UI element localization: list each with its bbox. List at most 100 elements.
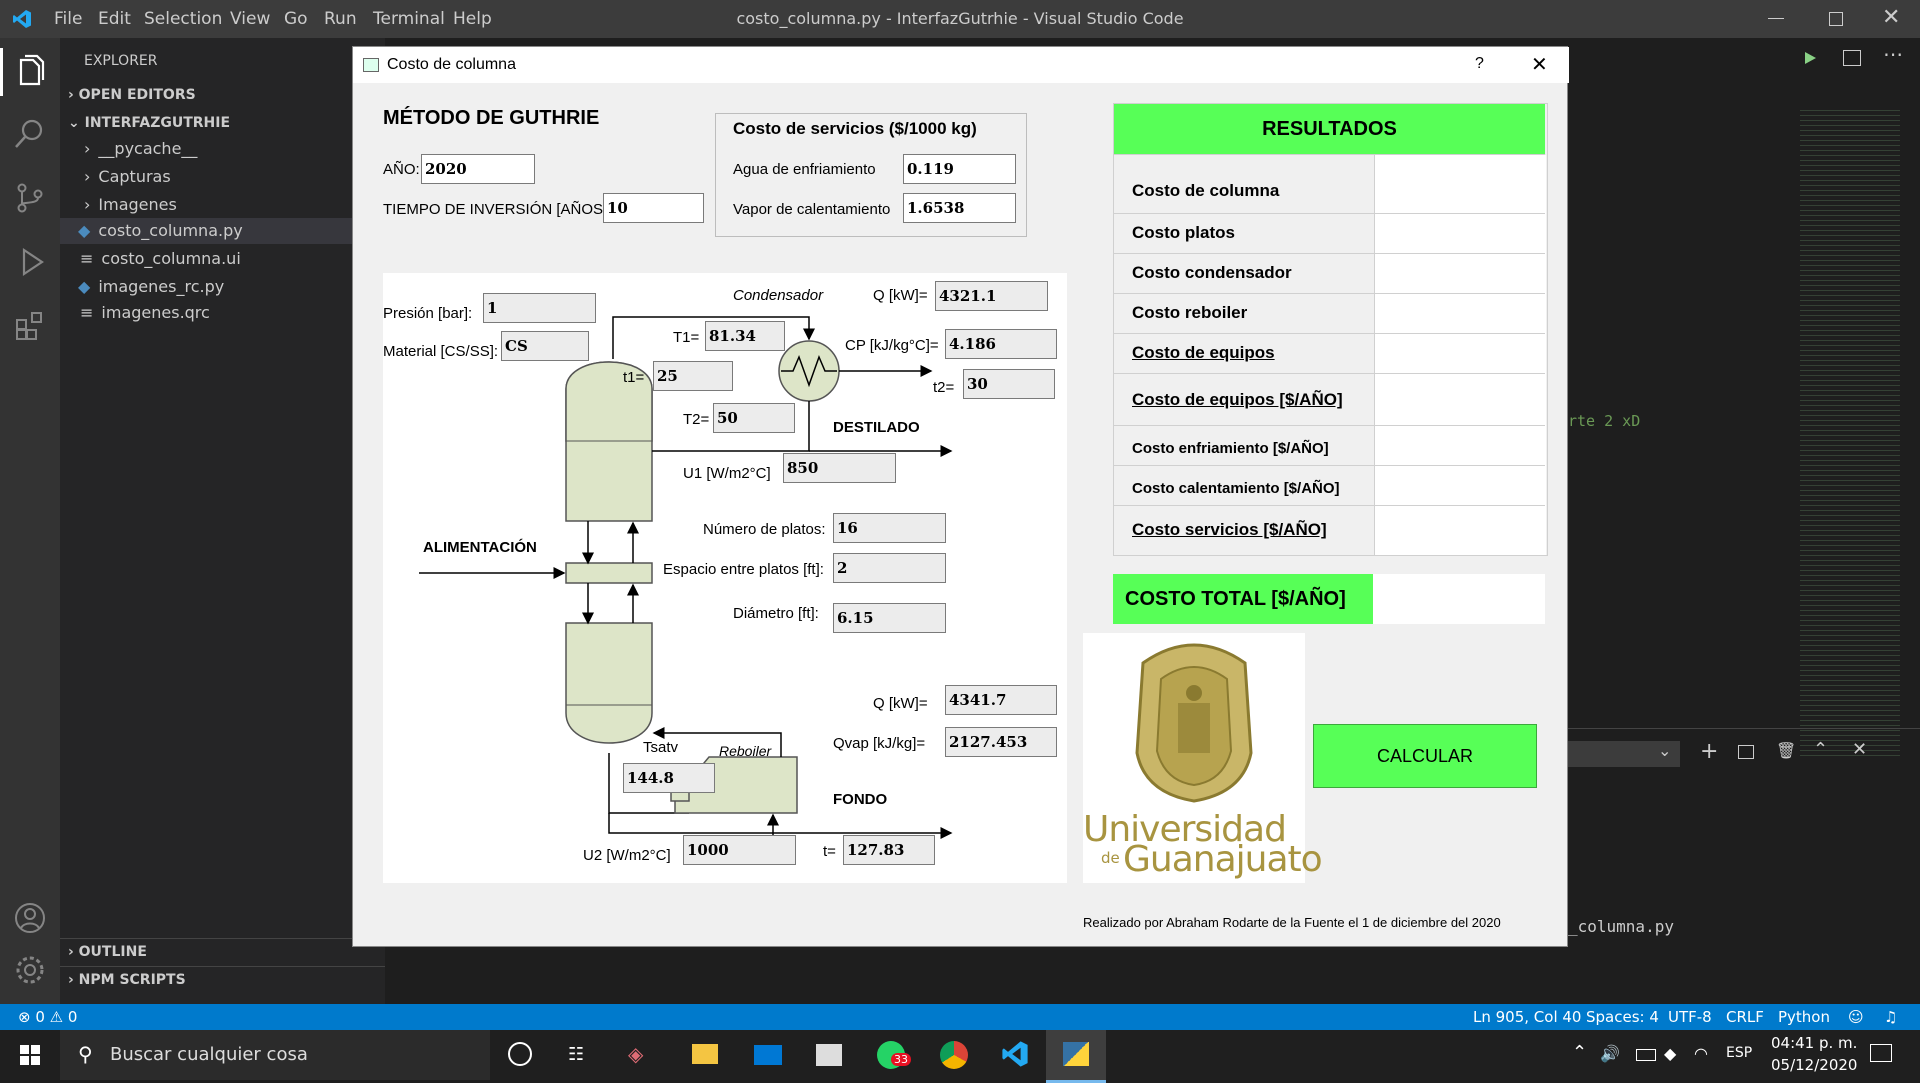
chrome-icon[interactable] [940, 1041, 968, 1069]
open-editors-section[interactable]: › OPEN EDITORS [60, 82, 385, 108]
university-logo: Universidad de Guanajuato [1083, 633, 1323, 883]
indentation[interactable]: Spaces: 4 [1586, 1008, 1659, 1026]
qvap-input[interactable]: 2127.453 [945, 727, 1057, 757]
result-label: Costo de equipos [$/AÑO] [1132, 390, 1343, 409]
window-title: costo_columna.py - InterfazGutrhie - Vis… [736, 9, 1184, 28]
account-icon[interactable] [12, 900, 48, 936]
chevron-right-icon: › [84, 139, 91, 158]
close-window-icon[interactable]: ✕ [1882, 5, 1900, 30]
process-diagram: Presión [bar]: 1 Material [CS/SS]: CS Co… [383, 273, 1067, 883]
chevron-down-icon[interactable]: ⌄ [1658, 741, 1671, 760]
q1-input[interactable]: 4321.1 [935, 281, 1048, 311]
wifi-icon[interactable]: ◠ [1694, 1044, 1708, 1063]
explorer-icon[interactable] [12, 52, 48, 88]
t2-input[interactable]: 50 [713, 403, 795, 433]
feed-tray [565, 562, 653, 584]
add-terminal-icon[interactable]: + [1700, 739, 1718, 764]
npm-scripts-section[interactable]: › NPM SCRIPTS [60, 966, 385, 993]
outline-section[interactable]: › OUTLINE [60, 938, 385, 965]
clock-date[interactable]: 05/12/2020 [1771, 1056, 1857, 1074]
vapor-input[interactable]: 1.6538 [903, 193, 1016, 223]
close-panel-icon[interactable]: ✕ [1852, 739, 1867, 760]
presion-input[interactable]: 1 [483, 293, 596, 323]
costo-columna-dialog: Costo de columna ? ✕ MÉTODO DE GUTHRIE A… [352, 46, 1569, 947]
minimize-icon[interactable] [1768, 18, 1784, 19]
battery-icon[interactable] [1636, 1049, 1656, 1061]
cp-input[interactable]: 4.186 [945, 329, 1057, 359]
scanner-icon[interactable] [816, 1044, 842, 1066]
cursor-position[interactable]: Ln 905, Col 40 [1473, 1008, 1581, 1026]
calcular-button[interactable]: CALCULAR [1313, 724, 1537, 788]
tree-item-label: Capturas [98, 167, 171, 186]
agua-label: Agua de enfriamiento [733, 161, 876, 178]
problems-indicator[interactable]: ⊗ 0 ⚠ 0 [18, 1008, 77, 1026]
chevron-right-icon: › [68, 944, 74, 960]
material-input[interactable]: CS [501, 331, 589, 361]
close-dialog-icon[interactable]: ✕ [1531, 52, 1548, 77]
u2-label: U2 [W/m2°C] [583, 847, 671, 864]
clock-time[interactable]: 04:41 p. m. [1771, 1034, 1857, 1052]
split-editor-icon[interactable] [1843, 50, 1861, 66]
tiempo-label: TIEMPO DE INVERSIÓN [AÑOS]: [383, 201, 612, 218]
tiempo-input[interactable]: 10 [603, 193, 704, 223]
espacio-input[interactable]: 2 [833, 553, 946, 583]
q2-input[interactable]: 4341.7 [945, 685, 1057, 715]
tree-item-costo-columna-ui[interactable]: ≡ costo_columna.ui [60, 246, 385, 272]
help-button[interactable]: ? [1475, 55, 1484, 73]
agua-input[interactable]: 0.119 [903, 154, 1016, 184]
t2-out-input[interactable]: 30 [963, 369, 1055, 399]
taskbar-search[interactable]: ⚲ Buscar cualquier cosa [60, 1030, 490, 1080]
notifications-icon[interactable] [1870, 1044, 1892, 1062]
diametro-input[interactable]: 6.15 [833, 603, 946, 633]
gear-icon[interactable] [12, 952, 48, 988]
dropbox-icon[interactable]: ◆ [1664, 1044, 1676, 1063]
eol[interactable]: CRLF [1726, 1008, 1764, 1026]
small-t1-input[interactable]: 25 [653, 361, 733, 391]
warning-count: 0 [67, 1008, 78, 1026]
restore-icon[interactable] [1829, 12, 1843, 26]
language-mode[interactable]: Python [1778, 1008, 1830, 1026]
author-footer: Realizado por Abraham Rodarte de la Fuen… [1083, 915, 1501, 930]
language-indicator[interactable]: ESP [1726, 1045, 1752, 1061]
platos-input[interactable]: 16 [833, 513, 946, 543]
task-view-icon[interactable] [508, 1042, 532, 1066]
windows-start-icon[interactable] [20, 1045, 40, 1065]
trash-icon[interactable]: 🗑 [1776, 741, 1796, 760]
chevron-up-icon[interactable]: ⌃ [1813, 739, 1828, 760]
more-actions-icon[interactable]: ⋯ [1883, 42, 1903, 66]
split-terminal-icon[interactable] [1738, 745, 1754, 759]
python-file-icon: ◆ [78, 221, 91, 240]
vscode-taskbar-icon[interactable] [1001, 1040, 1029, 1068]
tree-item-imagenes-rc[interactable]: ◆ imagenes_rc.py [60, 274, 385, 300]
anio-input[interactable]: 2020 [421, 154, 535, 184]
tree-item-pycache[interactable]: › __pycache__ [60, 136, 385, 162]
python-app-taskbar[interactable] [1046, 1030, 1106, 1083]
source-control-icon[interactable] [12, 180, 48, 216]
tree-item-capturas[interactable]: › Capturas [60, 164, 385, 190]
t1-input[interactable]: 81.34 [705, 321, 785, 351]
bell-icon[interactable]: ♫ [1884, 1008, 1897, 1026]
file-explorer-icon[interactable] [692, 1044, 718, 1064]
tsatv-input[interactable]: 144.8 [623, 763, 715, 793]
show-hidden-icons[interactable]: ⌃ [1572, 1042, 1587, 1063]
tree-item-label: Imagenes [98, 195, 177, 214]
tree-item-imagenes[interactable]: › Imagenes [60, 192, 385, 218]
feedback-icon[interactable]: ☺ [1848, 1008, 1864, 1026]
search-icon[interactable] [12, 116, 48, 152]
run-file-icon[interactable] [1802, 50, 1818, 66]
t-input[interactable]: 127.83 [843, 835, 935, 865]
project-section[interactable]: ⌄ INTERFAZGUTRHIE [60, 110, 385, 136]
run-debug-icon[interactable] [12, 244, 48, 280]
minimap[interactable] [1800, 108, 1900, 758]
timeline-icon[interactable]: ☷ [568, 1044, 584, 1065]
volume-icon[interactable]: 🔊 [1600, 1044, 1620, 1063]
u1-input[interactable]: 850 [783, 453, 896, 483]
extensions-icon[interactable] [12, 308, 48, 344]
tree-item-label: costo_columna.ui [101, 249, 241, 268]
mail-icon[interactable] [754, 1045, 782, 1065]
tree-item-imagenes-qrc[interactable]: ≡ imagenes.qrc [60, 300, 385, 326]
u2-input[interactable]: 1000 [683, 835, 796, 865]
paint-icon[interactable]: ◈ [628, 1042, 643, 1066]
encoding[interactable]: UTF-8 [1668, 1008, 1712, 1026]
tree-item-costo-columna-py[interactable]: ◆ costo_columna.py [60, 218, 385, 244]
